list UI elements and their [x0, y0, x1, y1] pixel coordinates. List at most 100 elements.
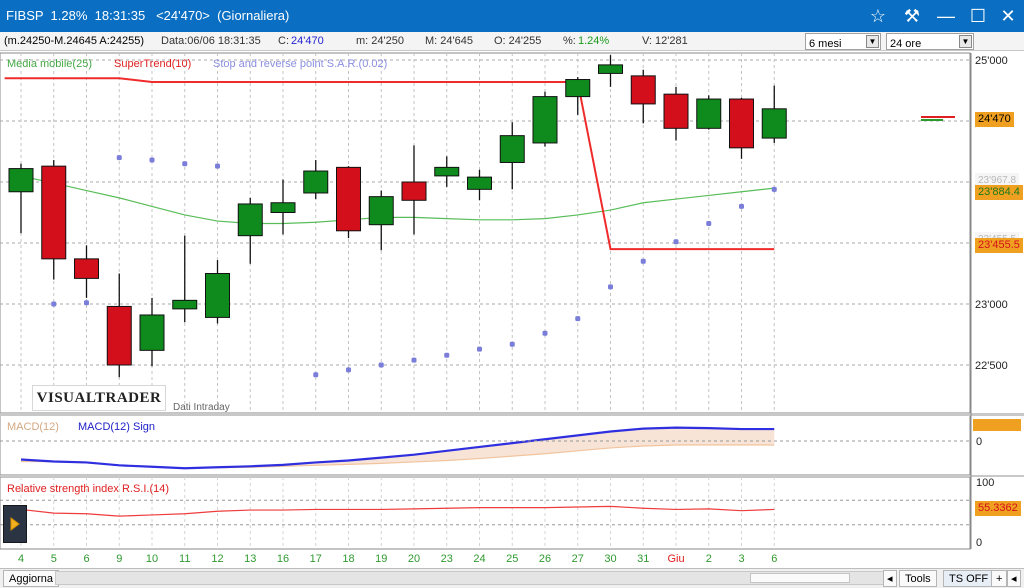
- price-axis-label: 23'000: [975, 299, 1008, 311]
- legend-macd[interactable]: MACD(12): [7, 421, 59, 433]
- tools-hammer-icon[interactable]: ⚒: [900, 4, 924, 28]
- pct-value: 1.24%: [578, 35, 610, 47]
- sar-dot: [509, 341, 515, 347]
- candle-up: [368, 196, 394, 226]
- date-axis-label: 23: [441, 553, 453, 565]
- visualtrader-logo: VISUALTRADER: [32, 385, 166, 411]
- sar-dot: [51, 301, 57, 307]
- interval-select-value: 24 ore: [890, 38, 922, 50]
- pct-label: %:: [563, 35, 576, 47]
- date-axis-label: 12: [211, 553, 223, 565]
- candle-up: [139, 314, 165, 351]
- range-info: (m.24250-M.24645 A:24255): [4, 35, 145, 47]
- candle-down: [106, 305, 132, 366]
- candle-down: [630, 75, 656, 105]
- panel-separator-1: [0, 413, 1024, 416]
- sar-dot: [575, 316, 581, 322]
- sar-dot: [84, 300, 89, 306]
- sar-dot: [608, 284, 613, 290]
- maximize-button[interactable]: ☐: [966, 4, 990, 28]
- date-axis-label: 10: [146, 553, 158, 565]
- candle-up: [8, 168, 34, 193]
- period-select[interactable]: 6 mesi ▼: [805, 33, 881, 50]
- date-axis-label: 6: [771, 553, 777, 565]
- sar-dot: [771, 186, 777, 192]
- intraday-label: Dati Intraday: [173, 402, 230, 413]
- date-axis-label: 5: [51, 553, 57, 565]
- period-select-value: 6 mesi: [809, 38, 842, 50]
- quote-info-bar: (m.24250-M.24645 A:24255) Data:06/06 18:…: [0, 32, 1024, 51]
- horizontal-scrollbar[interactable]: [55, 571, 887, 585]
- supertrend-price-tag: 23'455.5: [975, 238, 1023, 253]
- candle-up: [172, 299, 198, 310]
- legend-sar[interactable]: Stop and reverse point S.A.R.(0.02): [213, 58, 387, 70]
- date-axis-label: 24: [473, 553, 485, 565]
- date-axis-label: 11: [179, 553, 190, 565]
- candle-up: [467, 176, 492, 190]
- legend-supertrend[interactable]: SuperTrend(10): [114, 58, 191, 70]
- candle-up: [270, 202, 296, 214]
- max-info: M: 24'645: [425, 35, 473, 47]
- date-axis-label: 9: [116, 553, 122, 565]
- macd-value-tag: [973, 419, 1021, 431]
- candle-up: [434, 166, 460, 177]
- sar-dot: [739, 203, 744, 209]
- candle-up: [761, 108, 787, 139]
- date-info: Data:06/06 18:31:35: [161, 35, 261, 47]
- ts-off-button[interactable]: TS OFF: [943, 570, 995, 587]
- rsi-axis-label: 100: [976, 477, 994, 489]
- tools-button[interactable]: Tools: [899, 570, 937, 587]
- window-title: FIBSP 1.28% 18:31:35 <24'470> (Giornalie…: [6, 8, 290, 23]
- favorite-star-icon[interactable]: ☆: [866, 4, 890, 28]
- scrollbar-thumb[interactable]: [750, 573, 850, 583]
- date-axis-label: 25: [506, 553, 518, 565]
- sar-dot: [116, 155, 122, 161]
- side-panel-toggle[interactable]: [3, 505, 27, 543]
- date-axis-label: 17: [310, 553, 322, 565]
- zoom-out-button[interactable]: ◂: [1007, 570, 1021, 587]
- rsi-value-tag: 55.3362: [975, 501, 1021, 516]
- minimize-button[interactable]: —: [934, 4, 958, 28]
- min-info: m: 24'250: [356, 35, 404, 47]
- ma-price-tag: 23'884.4: [975, 185, 1023, 200]
- sar-dot: [477, 346, 482, 352]
- interval-select-chevron-icon[interactable]: ▼: [959, 35, 972, 48]
- close-value: 24'470: [291, 35, 324, 47]
- scroll-left-button[interactable]: ◂: [883, 570, 897, 587]
- candle-down: [336, 166, 361, 232]
- zoom-in-button[interactable]: +: [991, 570, 1008, 587]
- sar-dot: [444, 352, 450, 358]
- sar-dot: [182, 161, 188, 167]
- candle-down: [663, 93, 689, 129]
- date-axis-label: 27: [572, 553, 584, 565]
- panel-separator-2: [0, 475, 1024, 477]
- legend-moving-average[interactable]: Media mobile(25): [7, 58, 92, 70]
- date-axis-label: 2: [706, 553, 712, 565]
- date-axis-label: 3: [738, 553, 744, 565]
- candle-down: [401, 181, 427, 201]
- close-button[interactable]: ✕: [996, 4, 1020, 28]
- period-select-chevron-icon[interactable]: ▼: [866, 35, 879, 48]
- interval-select[interactable]: 24 ore ▼: [886, 33, 974, 50]
- date-axis-label: 13: [244, 553, 256, 565]
- rsi-axis-label: 0: [976, 537, 982, 549]
- date-axis-label: 4: [18, 553, 24, 565]
- legend-macd-sign[interactable]: MACD(12) Sign: [78, 421, 155, 433]
- close-label: C:: [278, 35, 289, 47]
- sar-dot: [313, 372, 319, 378]
- candle-up: [237, 203, 263, 237]
- candle-down: [41, 165, 67, 260]
- title-bar: FIBSP 1.28% 18:31:35 <24'470> (Giornalie…: [0, 0, 1024, 32]
- date-axis-label: 26: [539, 553, 551, 565]
- candle-up: [696, 98, 722, 129]
- sar-dot: [640, 258, 646, 264]
- date-axis-label: Giu: [667, 553, 684, 565]
- sar-dot: [542, 330, 548, 336]
- sar-dot: [673, 239, 679, 245]
- candle-down: [729, 98, 754, 149]
- refresh-button[interactable]: Aggiorna: [3, 570, 60, 587]
- price-panel-frame: [0, 52, 971, 414]
- candle-up: [303, 170, 329, 194]
- legend-rsi[interactable]: Relative strength index R.S.I.(14): [7, 483, 169, 495]
- bottom-bar: Aggiorna ◂ Tools TS OFF + ◂: [0, 568, 1024, 588]
